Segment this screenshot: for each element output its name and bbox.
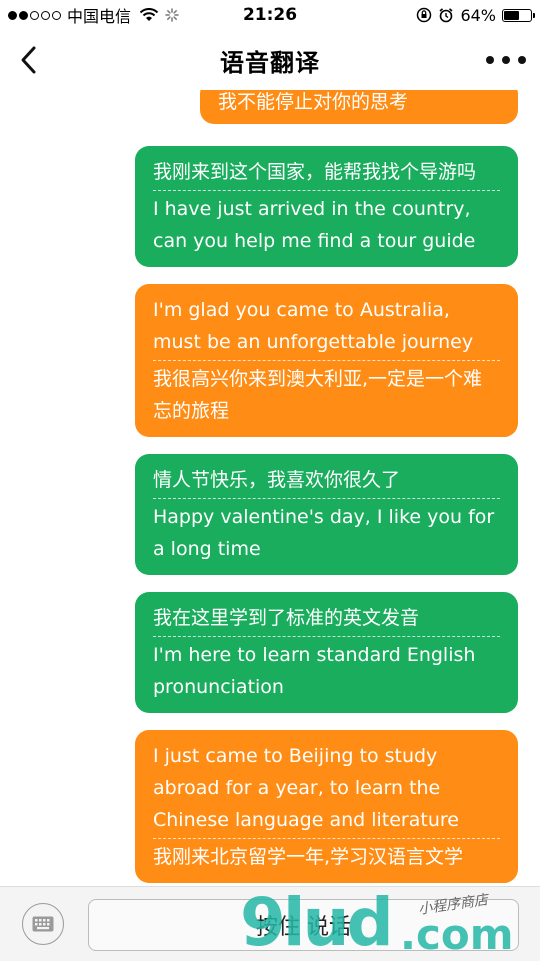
message-bubble[interactable]: 我刚来到这个国家，能帮我找个导游吗 I have just arrived in… (135, 146, 518, 267)
back-button[interactable] (10, 42, 46, 78)
message-translation-text: 我很高兴你来到澳大利亚,一定是一个难忘的旅程 (153, 368, 483, 422)
message-text: 我不能停止对你的思考 (218, 91, 409, 113)
message-bubble[interactable]: I just came to Beijing to study abroad f… (135, 730, 518, 883)
message-divider (153, 636, 500, 637)
message-source-text: 情人节快乐，我喜欢你很久了 (153, 469, 401, 491)
more-dot-icon (486, 56, 494, 64)
message-divider (153, 838, 500, 839)
battery-icon (502, 8, 535, 22)
more-dot-icon (518, 56, 526, 64)
message-translation-text: I'm here to learn standard English pronu… (153, 644, 476, 698)
input-bar: 按住 说话 (0, 886, 540, 961)
more-dot-icon (502, 56, 510, 64)
page-title: 语音翻译 (220, 48, 320, 77)
chevron-left-icon (21, 46, 36, 74)
hold-to-talk-button[interactable]: 按住 说话 (88, 899, 519, 951)
message-bubble[interactable]: I'm glad you came to Australia, must be … (135, 284, 518, 437)
signal-strength-icon (8, 10, 61, 20)
battery-percent: 64% (460, 5, 496, 25)
more-options-button[interactable] (486, 48, 526, 72)
message-translation-text: I have just arrived in the country, can … (153, 198, 476, 252)
status-bar: 中国电信 21:26 64% (0, 0, 540, 30)
message-translation-text: 我刚来北京留学一年,学习汉语言文学 (153, 846, 464, 868)
message-source-text: I'm glad you came to Australia, must be … (153, 299, 474, 353)
message-source-text: 我在这里学到了标准的英文发音 (153, 607, 420, 629)
message-translation-text: Happy valentine's day, I like you for a … (153, 506, 495, 560)
message-divider (153, 360, 500, 361)
orientation-lock-icon (417, 7, 432, 23)
message-source-text: I just came to Beijing to study abroad f… (153, 745, 459, 831)
message-bubble[interactable]: 我在这里学到了标准的英文发音 I'm here to learn standar… (135, 592, 518, 713)
message-source-text: 我刚来到这个国家，能帮我找个导游吗 (153, 161, 477, 183)
carrier-label: 中国电信 (67, 7, 132, 26)
keyboard-toggle-button[interactable] (22, 903, 64, 945)
message-bubble[interactable]: 我不能停止对你的思考 (200, 90, 518, 124)
keyboard-icon (32, 916, 54, 932)
wifi-icon (139, 8, 159, 21)
message-divider (153, 190, 500, 191)
hold-to-talk-label: 按住 说话 (256, 915, 351, 940)
chat-area[interactable]: 我不能停止对你的思考 我刚来到这个国家，能帮我找个导游吗 I have just… (0, 90, 540, 885)
navigation-bar: 语音翻译 (0, 30, 540, 90)
message-bubble[interactable]: 情人节快乐，我喜欢你很久了 Happy valentine's day, I l… (135, 454, 518, 575)
alarm-icon (439, 8, 453, 23)
loading-spinner-icon (165, 8, 179, 22)
message-divider (153, 498, 500, 499)
